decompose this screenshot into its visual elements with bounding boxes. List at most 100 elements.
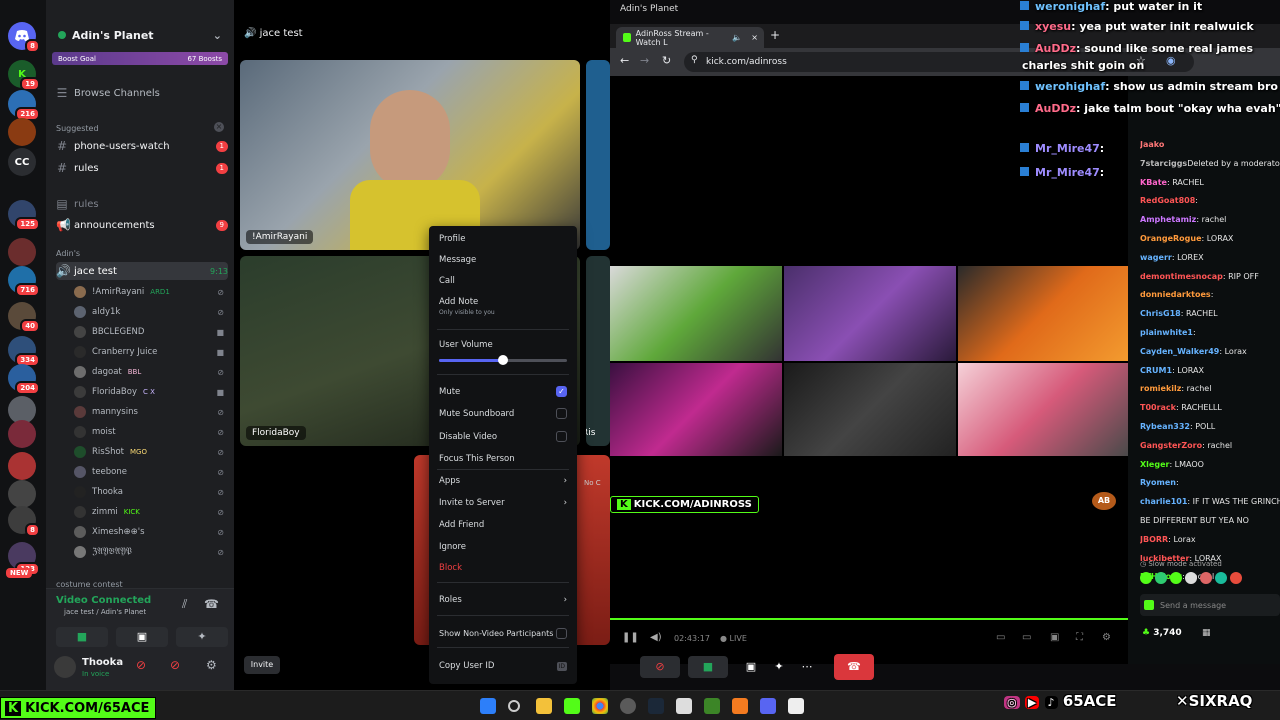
app-icon[interactable] (620, 698, 636, 714)
menu-profile[interactable]: Profile (439, 234, 567, 244)
steam-icon[interactable] (648, 698, 664, 714)
voice-user[interactable]: !AmirRayani ARD1 ⊘ (74, 283, 224, 301)
chat-username[interactable]: OrangeRogue (1140, 234, 1202, 243)
server-icon[interactable]: 334 (8, 336, 40, 367)
server-icon[interactable] (8, 452, 36, 480)
browse-channels[interactable]: ☰ Browse Channels (56, 84, 228, 102)
emote-icon[interactable] (1140, 572, 1152, 584)
voice-user[interactable]: Cranberry Juice ■ (74, 343, 224, 361)
mic-muted-icon[interactable]: ⊘ (136, 658, 146, 672)
chat-message[interactable]: Ryomen: (1140, 478, 1280, 487)
voice-user[interactable]: Thooka ⊘ (74, 483, 224, 501)
channel-rules-2[interactable]: ▤ rules (56, 195, 228, 213)
vc-location[interactable]: jace test / Adin's Planet (64, 608, 146, 616)
server-icon[interactable]: 716 (8, 266, 40, 297)
gear-icon[interactable]: ⚙ (206, 658, 217, 672)
menu-block[interactable]: Block (439, 563, 567, 573)
chat-message[interactable]: donniedarktoes: (1140, 290, 1280, 299)
server-icon[interactable]: K 19 (8, 60, 40, 91)
chat-username[interactable]: CRUM1 (1140, 366, 1172, 375)
server-icon[interactable]: 123 (8, 542, 40, 576)
menu-show-non-video[interactable]: Show Non-Video Participants (439, 628, 567, 639)
camera-toggle-button[interactable]: ■ (688, 656, 728, 678)
activities-button[interactable]: ✦ (176, 627, 228, 647)
emote-icon[interactable] (1200, 572, 1212, 584)
forward-icon[interactable]: → (640, 54, 649, 67)
menu-add-friend[interactable]: Add Friend (439, 520, 567, 530)
send-message-input[interactable]: Send a message (1140, 594, 1280, 616)
voice-user[interactable]: moist ⊘ (74, 423, 224, 441)
menu-mute-soundboard[interactable]: Mute Soundboard (439, 408, 567, 419)
chat-message[interactable]: Xleger: LMAOO (1140, 460, 1280, 469)
noise-suppression-icon[interactable]: ⫽ (182, 597, 187, 612)
chat-username[interactable]: Xleger (1140, 460, 1169, 469)
chat-message[interactable]: plainwhite1: (1140, 328, 1280, 337)
chat-username[interactable]: demontimesnocap (1140, 272, 1223, 281)
voice-channel-jace-test[interactable]: 🔊 jace test 9:13 (56, 262, 228, 280)
chat-username[interactable]: T00rack (1140, 403, 1176, 412)
channel-points[interactable]: ♣ 3,740 (1142, 628, 1182, 638)
chat-username[interactable]: Rybean332 (1140, 422, 1190, 431)
chrome-icon[interactable] (592, 698, 608, 714)
chat-message[interactable]: T00rack: RACHELLL (1140, 403, 1280, 412)
chat-message[interactable]: CRUM1: LORAX (1140, 366, 1280, 375)
search-icon[interactable] (508, 700, 520, 712)
chat-username[interactable]: GangsterZoro (1140, 441, 1202, 450)
chat-message[interactable]: demontimesnocap: RIP OFF (1140, 272, 1280, 281)
chat-message[interactable]: wagerr: LOREX (1140, 253, 1280, 262)
speaker-icon[interactable]: 🔈 (732, 33, 742, 42)
back-icon[interactable]: ← (620, 54, 629, 67)
chat-message[interactable]: GangsterZoro: rachel (1140, 441, 1280, 450)
fullscreen-icon[interactable]: ⛶ (1076, 632, 1083, 643)
checkbox-checked-icon[interactable]: ✓ (556, 386, 567, 397)
chat-username[interactable]: Cayden_Walker49 (1140, 347, 1219, 356)
menu-message[interactable]: Message (439, 255, 567, 265)
chat-username[interactable]: charlie101 (1140, 497, 1187, 506)
chat-username[interactable]: romiekilz (1140, 384, 1181, 393)
browser-tab[interactable]: AdinRoss Stream - Watch L 🔈 × (616, 27, 764, 48)
kick-app-icon[interactable] (564, 698, 580, 714)
leave-call-button[interactable]: ☎ (834, 654, 874, 680)
site-info-icon[interactable]: ⚲ (691, 55, 698, 65)
voice-user[interactable]: mannysins ⊘ (74, 403, 224, 421)
chat-message[interactable]: ChrisG18: RACHEL (1140, 309, 1280, 318)
emote-icon[interactable] (1155, 572, 1167, 584)
avatar[interactable] (54, 656, 76, 678)
minecraft-icon[interactable] (704, 698, 720, 714)
category-label[interactable]: Adin's (56, 249, 80, 258)
volume-handle[interactable] (498, 355, 508, 365)
notepad-icon[interactable] (788, 698, 804, 714)
windows-start-icon[interactable] (480, 698, 496, 714)
menu-apps[interactable]: Apps › (439, 476, 567, 486)
server-icon[interactable] (8, 480, 36, 508)
video-tile-amirrayani[interactable]: !AmirRayani (240, 60, 580, 250)
boost-goal-bar[interactable]: Boost Goal 67 Boosts (52, 52, 228, 65)
volume-icon[interactable]: ◀) (650, 632, 662, 643)
menu-invite-server[interactable]: Invite to Server › (439, 498, 567, 508)
chevron-down-icon[interactable]: ⌄ (213, 29, 222, 42)
menu-add-note[interactable]: Add Note (439, 297, 567, 307)
chat-username[interactable]: JBORR (1140, 535, 1168, 544)
voice-user[interactable]: aldy1k ⊘ (74, 303, 224, 321)
chat-username[interactable]: ChrisG18 (1140, 309, 1181, 318)
checkbox-icon[interactable] (556, 408, 567, 419)
voice-user[interactable]: zimmi KICK ⊘ (74, 503, 224, 521)
chat-message[interactable]: BE DIFFERENT BUT YEA NO (1140, 516, 1280, 525)
mute-mic-button[interactable]: ⊘ (640, 656, 680, 678)
voice-user[interactable]: RisShot MGO ⊘ (74, 443, 224, 461)
invite-button[interactable]: Invite (244, 656, 280, 674)
file-explorer-icon[interactable] (536, 698, 552, 714)
chat-username[interactable]: Ryomen (1140, 478, 1176, 487)
camera-button[interactable]: ■ (56, 627, 108, 647)
video-tile-ris[interactable]: Ris (586, 256, 610, 446)
emote-icon[interactable] (1230, 572, 1242, 584)
disconnect-icon[interactable]: ☎ (204, 597, 219, 611)
server-icon[interactable] (8, 420, 36, 448)
channel-rules[interactable]: # rules 1 (56, 159, 228, 177)
voice-user[interactable]: FloridaBoy C X ■ (74, 383, 224, 401)
server-icon[interactable]: 216 (8, 90, 40, 121)
menu-copy-user-id[interactable]: Copy User ID ID (439, 661, 567, 671)
chat-message[interactable]: romiekilz: rachel (1140, 384, 1280, 393)
activities-icon[interactable]: ✦ (768, 656, 790, 678)
close-tab-icon[interactable]: × (751, 33, 758, 42)
